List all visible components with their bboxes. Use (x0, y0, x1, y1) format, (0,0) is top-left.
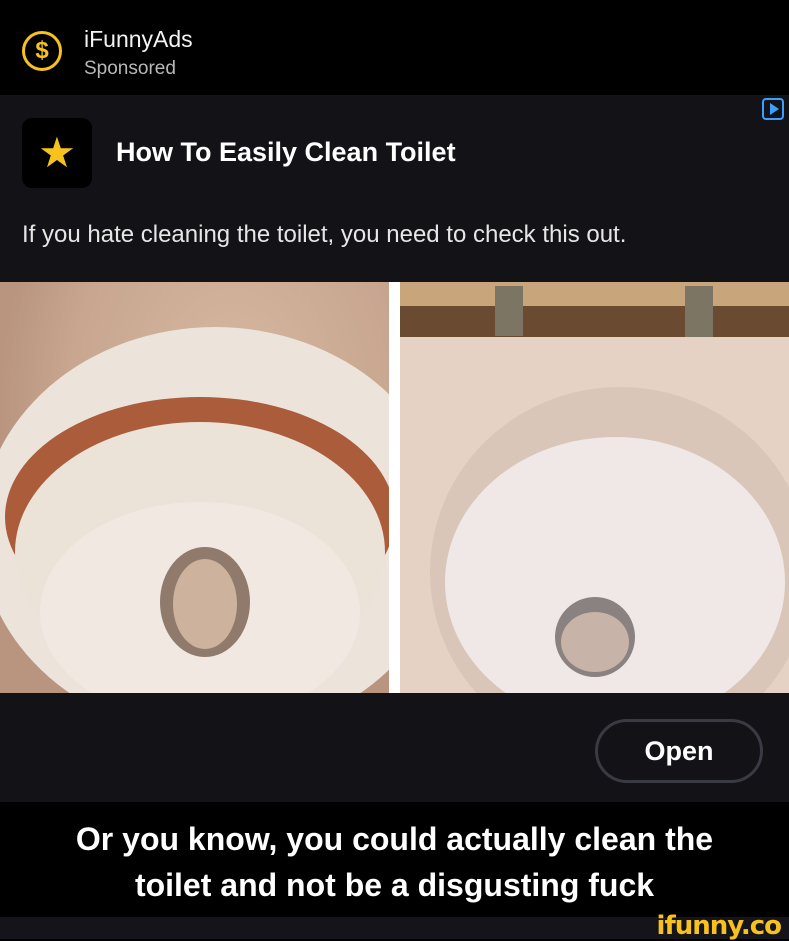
photo-divider (389, 282, 400, 693)
ifunny-watermark: ifunny.co (656, 911, 782, 941)
sponsored-label: Sponsored (84, 58, 176, 79)
ad-title[interactable]: How To Easily Clean Toilet (116, 137, 456, 168)
ad-description: If you hate cleaning the toilet, you nee… (22, 221, 627, 248)
dirty-toilet-photo[interactable] (0, 282, 389, 693)
star-icon: ★ (22, 118, 92, 188)
adchoices-icon[interactable] (762, 98, 784, 120)
meme-caption: Or you know, you could actually clean th… (0, 802, 789, 917)
dollar-icon: $ (22, 31, 62, 71)
caption-line-2: toilet and not be a disgusting fuck (134, 867, 655, 903)
caption-line-1: Or you know, you could actually clean th… (75, 821, 714, 857)
advertiser-name[interactable]: iFunnyAds (84, 26, 193, 53)
clean-toilet-photo[interactable] (400, 282, 789, 693)
ad-header: $ iFunnyAds Sponsored (0, 0, 789, 95)
open-button[interactable]: Open (595, 719, 763, 783)
